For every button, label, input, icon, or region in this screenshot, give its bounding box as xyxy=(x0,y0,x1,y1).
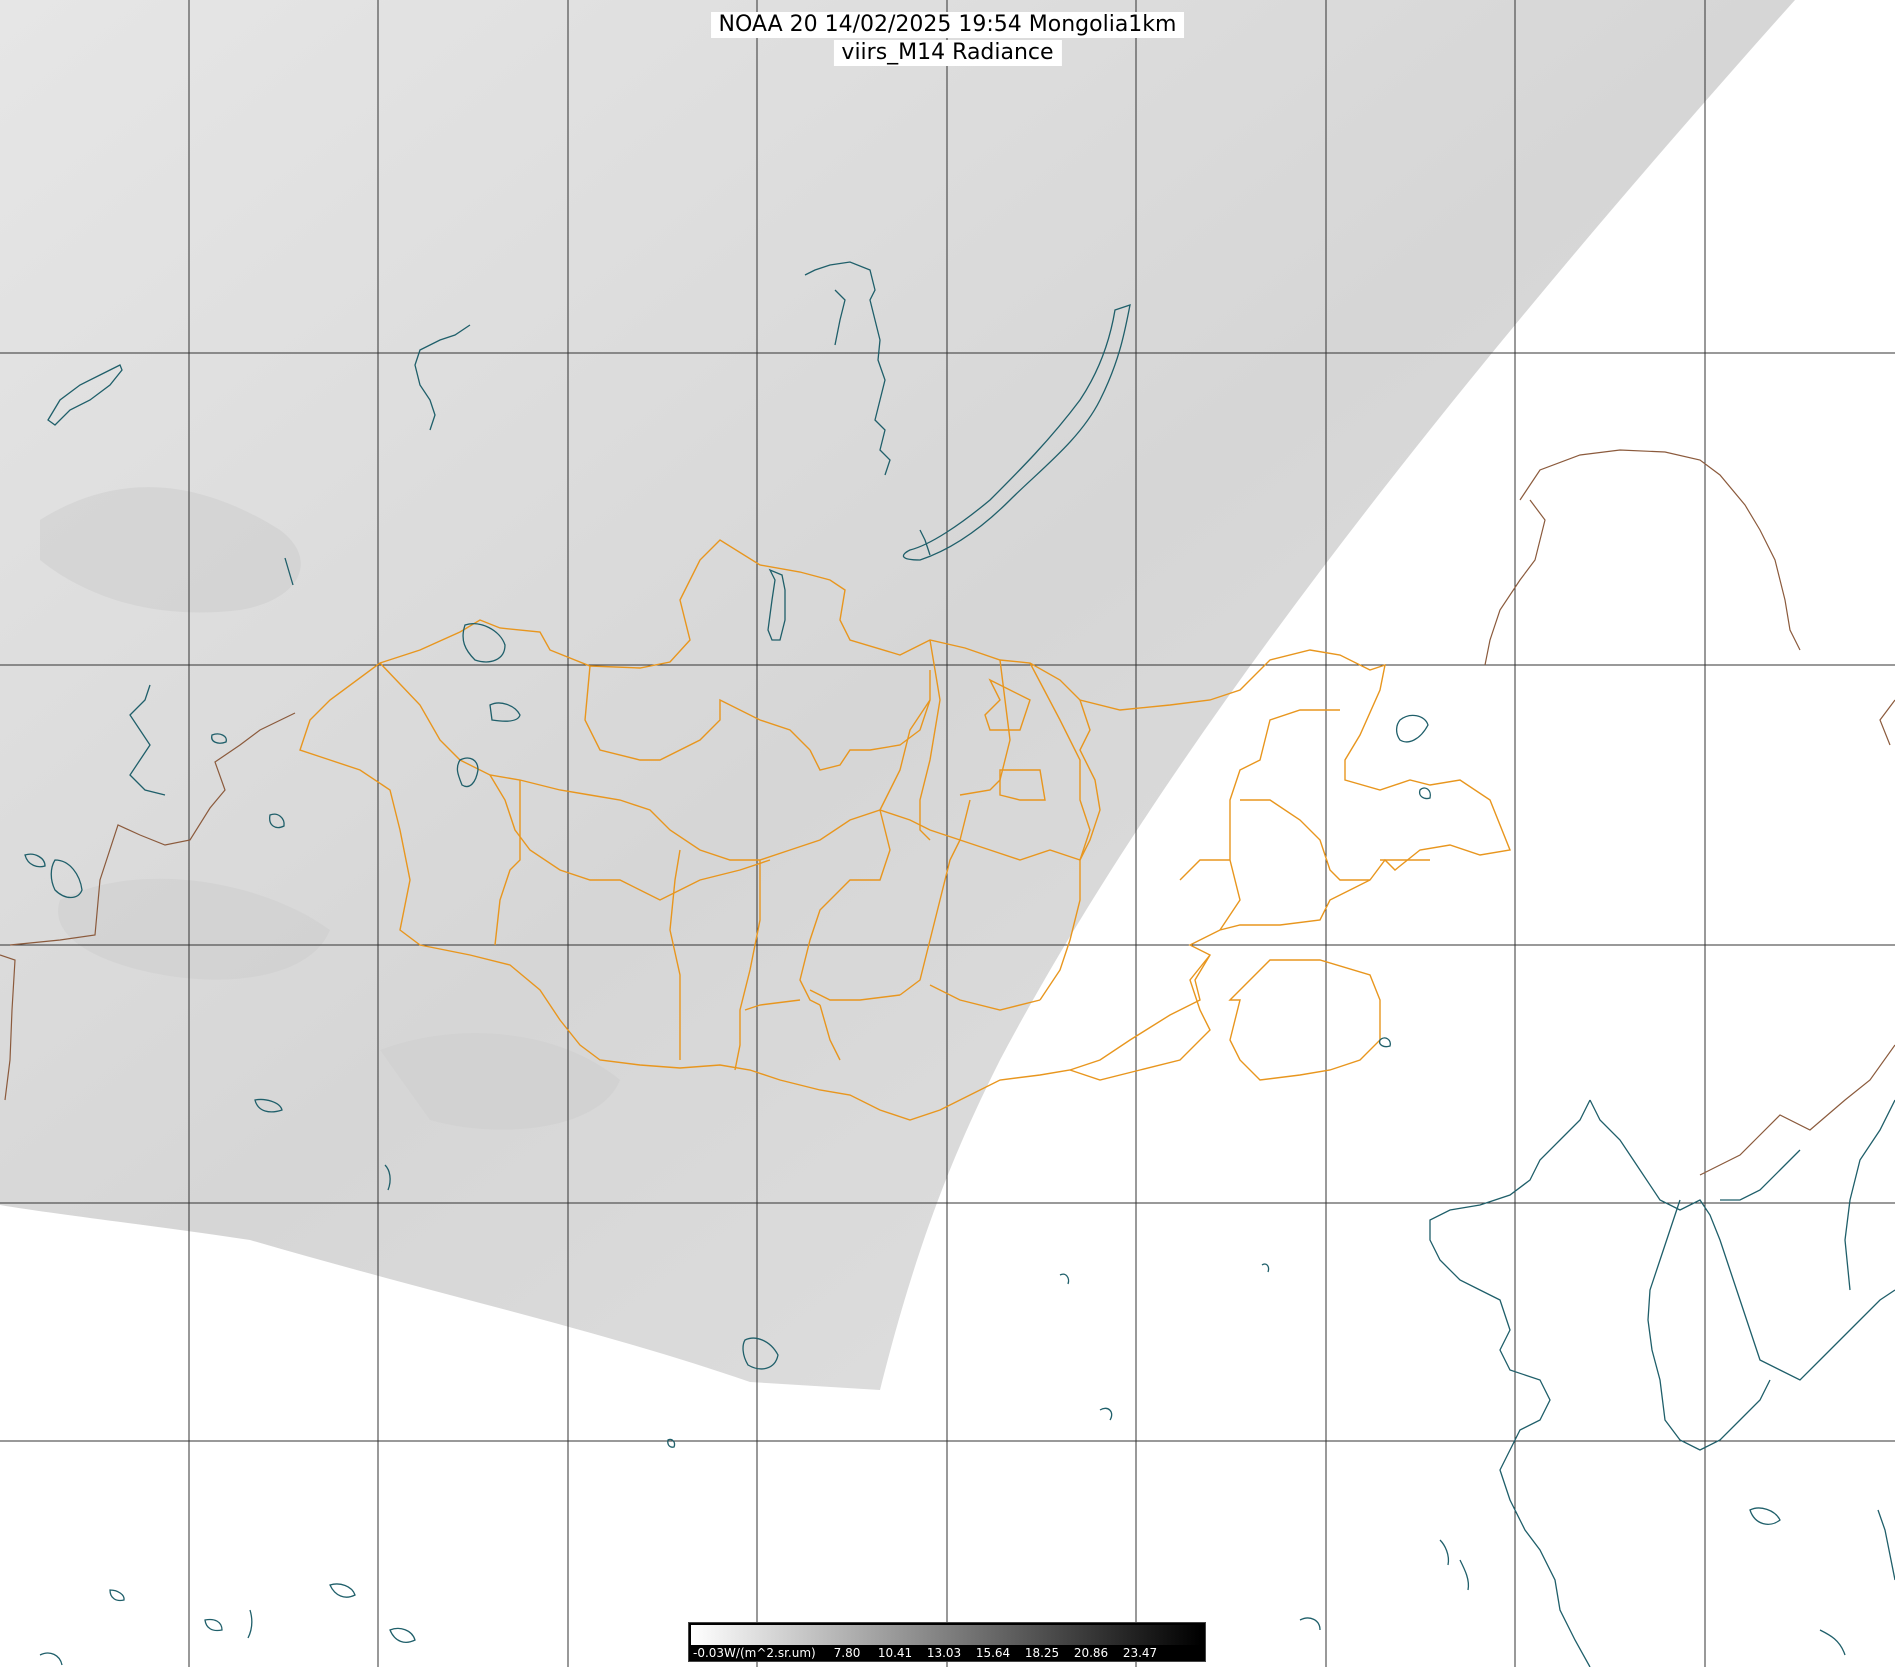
colorbar-labels: -0.03W/(m^2.sr.um) 7.80 10.41 13.03 15.6… xyxy=(691,1645,1201,1661)
colorbar: -0.03W/(m^2.sr.um) 7.80 10.41 13.03 15.6… xyxy=(688,1622,1206,1662)
map-title: NOAA 20 14/02/2025 19:54 Mongolia1km xyxy=(710,12,1185,38)
colorbar-tick-label: 10.41 xyxy=(877,1646,913,1660)
map-subtitle: viirs_M14 Radiance xyxy=(833,40,1062,66)
colorbar-tick-label: 7.80 xyxy=(833,1646,861,1660)
colorbar-gradient xyxy=(691,1625,1201,1645)
colorbar-unit-label: -0.03W/(m^2.sr.um) xyxy=(693,1646,816,1660)
colorbar-tick-label: 23.47 xyxy=(1122,1646,1158,1660)
colorbar-tick-label: 15.64 xyxy=(975,1646,1011,1660)
colorbar-tick-label: 13.03 xyxy=(926,1646,962,1660)
colorbar-tick-label: 18.25 xyxy=(1024,1646,1060,1660)
satellite-swath xyxy=(0,0,1795,1390)
colorbar-tick-label: 20.86 xyxy=(1073,1646,1109,1660)
map-canvas xyxy=(0,0,1895,1667)
